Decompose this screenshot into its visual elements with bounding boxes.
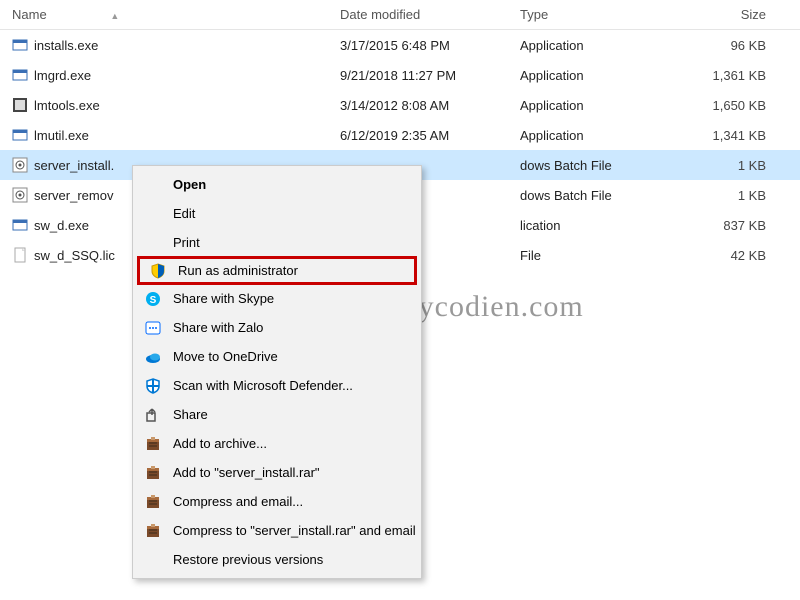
column-header-name[interactable]: Name ▲ [0, 7, 340, 22]
file-icon [12, 97, 28, 113]
context-menu-item[interactable]: Open [135, 170, 419, 199]
winrar-icon [143, 434, 163, 454]
file-name: server_remov [34, 188, 113, 203]
context-menu-item[interactable]: Compress to "server_install.rar" and ema… [135, 516, 419, 545]
context-menu-item[interactable]: Share with Zalo [135, 313, 419, 342]
file-name: sw_d.exe [34, 218, 89, 233]
context-menu-item-label: Share [173, 407, 208, 422]
column-header-row: Name ▲ Date modified Type Size [0, 0, 800, 30]
context-menu-item[interactable]: Run as administrator [137, 256, 417, 285]
file-type: Application [520, 38, 670, 53]
file-size: 1 KB [670, 158, 780, 173]
share-icon [143, 405, 163, 425]
file-icon [12, 127, 28, 143]
column-header-name-label: Name [12, 7, 47, 22]
file-type: Application [520, 68, 670, 83]
context-menu-item-label: Restore previous versions [173, 552, 323, 567]
file-name: lmgrd.exe [34, 68, 91, 83]
file-date: 3/14/2012 8:08 AM [340, 98, 520, 113]
file-row[interactable]: lmtools.exe 3/14/2012 8:08 AMApplication1… [0, 90, 800, 120]
blank-icon [143, 550, 163, 570]
context-menu-item-label: Run as administrator [178, 263, 298, 278]
column-header-size[interactable]: Size [670, 7, 780, 22]
winrar-icon [143, 521, 163, 541]
file-type: Application [520, 128, 670, 143]
file-icon [12, 67, 28, 83]
file-icon [12, 37, 28, 53]
file-name: sw_d_SSQ.lic [34, 248, 115, 263]
file-icon [12, 187, 28, 203]
file-type: dows Batch File [520, 188, 670, 203]
file-row[interactable]: lmgrd.exe 9/21/2018 11:27 PMApplication1,… [0, 60, 800, 90]
file-icon [12, 157, 28, 173]
shield-icon [148, 261, 168, 281]
context-menu-item-label: Move to OneDrive [173, 349, 278, 364]
file-name: lmutil.exe [34, 128, 89, 143]
context-menu-item-label: Compress and email... [173, 494, 303, 509]
file-date: 3/17/2015 6:48 PM [340, 38, 520, 53]
context-menu-item-label: Edit [173, 206, 195, 221]
context-menu-item-label: Add to archive... [173, 436, 267, 451]
file-date: 6/12/2019 2:35 AM [340, 128, 520, 143]
context-menu-item-label: Print [173, 235, 200, 250]
onedrive-icon [143, 347, 163, 367]
file-row[interactable]: installs.exe 3/17/2015 6:48 PMApplication… [0, 30, 800, 60]
winrar-icon [143, 463, 163, 483]
file-icon [12, 247, 28, 263]
context-menu-item-label: Add to "server_install.rar" [173, 465, 320, 480]
context-menu-item[interactable]: Print [135, 228, 419, 257]
file-type: dows Batch File [520, 158, 670, 173]
blank-icon [143, 175, 163, 195]
file-size: 96 KB [670, 38, 780, 53]
context-menu-item[interactable]: Restore previous versions [135, 545, 419, 574]
blank-icon [143, 233, 163, 253]
context-menu-item[interactable]: Scan with Microsoft Defender... [135, 371, 419, 400]
column-header-type[interactable]: Type [520, 7, 670, 22]
context-menu-item[interactable]: Add to archive... [135, 429, 419, 458]
file-type: lication [520, 218, 670, 233]
column-header-date[interactable]: Date modified [340, 7, 520, 22]
file-date: 9/21/2018 11:27 PM [340, 68, 520, 83]
context-menu-item[interactable]: Move to OneDrive [135, 342, 419, 371]
file-name: installs.exe [34, 38, 98, 53]
file-size: 1,361 KB [670, 68, 780, 83]
file-size: 1,650 KB [670, 98, 780, 113]
file-row[interactable]: lmutil.exe 6/12/2019 2:35 AMApplication1,… [0, 120, 800, 150]
context-menu-item[interactable]: Compress and email... [135, 487, 419, 516]
blank-icon [143, 204, 163, 224]
file-type: Application [520, 98, 670, 113]
defender-icon [143, 376, 163, 396]
context-menu-item-label: Share with Zalo [173, 320, 263, 335]
context-menu-item-label: Open [173, 177, 206, 192]
file-type: File [520, 248, 670, 263]
file-size: 1 KB [670, 188, 780, 203]
context-menu: Open Edit Print Run as administrator Share w… [132, 165, 422, 579]
zalo-icon [143, 318, 163, 338]
context-menu-item[interactable]: Add to "server_install.rar" [135, 458, 419, 487]
context-menu-item-label: Compress to "server_install.rar" and ema… [173, 523, 416, 538]
context-menu-item[interactable]: Edit [135, 199, 419, 228]
sort-ascending-icon: ▲ [110, 11, 119, 21]
context-menu-item[interactable]: Share with Skype [135, 284, 419, 313]
file-size: 1,341 KB [670, 128, 780, 143]
file-name: server_install. [34, 158, 114, 173]
file-size: 42 KB [670, 248, 780, 263]
context-menu-item[interactable]: Share [135, 400, 419, 429]
winrar-icon [143, 492, 163, 512]
skype-icon [143, 289, 163, 309]
context-menu-item-label: Scan with Microsoft Defender... [173, 378, 353, 393]
file-size: 837 KB [670, 218, 780, 233]
file-icon [12, 217, 28, 233]
file-name: lmtools.exe [34, 98, 100, 113]
context-menu-item-label: Share with Skype [173, 291, 274, 306]
